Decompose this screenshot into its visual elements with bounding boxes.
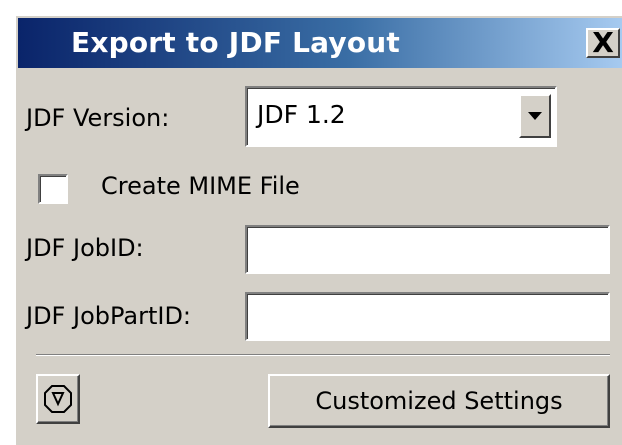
customized-settings-label: Customized Settings: [315, 387, 563, 415]
chevron-down-icon: [528, 112, 542, 120]
jdf-version-value: JDF 1.2: [257, 100, 346, 129]
customized-settings-button[interactable]: Customized Settings: [268, 374, 610, 428]
title-bar[interactable]: Export to JDF Layout X: [18, 18, 622, 68]
close-icon: X: [592, 26, 614, 59]
jdf-jobpartid-label: JDF JobPartID:: [26, 302, 192, 330]
dropdown-arrow-button[interactable]: [519, 94, 551, 138]
stop-octagon-icon: [44, 385, 72, 413]
export-jdf-dialog: Export to JDF Layout X JDF Version: JDF …: [14, 14, 622, 445]
separator: [36, 354, 610, 356]
jdf-jobid-field[interactable]: [245, 225, 610, 274]
jdf-jobpartid-field[interactable]: [245, 292, 610, 341]
create-mime-label: Create MIME File: [101, 172, 300, 200]
jdf-version-label: JDF Version:: [26, 104, 170, 132]
create-mime-checkbox[interactable]: [38, 174, 68, 204]
dialog-title: Export to JDF Layout: [71, 26, 400, 59]
jdf-jobid-label: JDF JobID:: [26, 234, 144, 262]
close-button[interactable]: X: [586, 28, 620, 58]
jdf-version-select[interactable]: JDF 1.2: [245, 86, 557, 147]
stop-button[interactable]: [36, 374, 80, 424]
